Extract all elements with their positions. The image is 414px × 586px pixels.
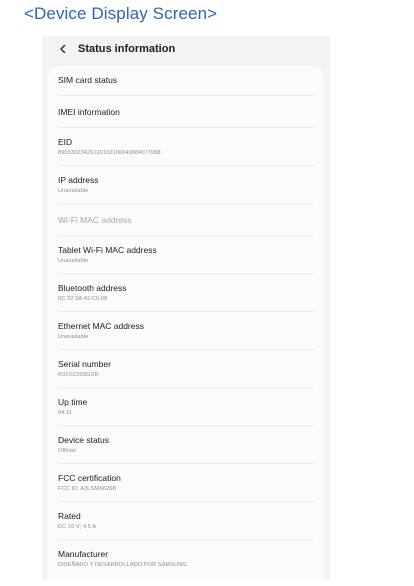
list-item-serial-number[interactable]: Serial number R32XC003GSR — [48, 350, 324, 388]
item-value: FCC ID: A3LSMX626B — [58, 486, 117, 492]
item-value: 04:11 — [58, 410, 73, 416]
app-bar: Status information — [42, 36, 330, 62]
list-item-ethernet-mac-address[interactable]: Ethernet MAC address Unavailable — [48, 312, 324, 350]
item-value: Official — [58, 448, 76, 454]
item-value: Unavailable — [58, 188, 89, 194]
item-value: R32XC003GSR — [58, 372, 99, 378]
page-title: Status information — [78, 43, 176, 55]
item-label: Rated — [58, 511, 81, 521]
list-item-wifi-mac-address: Wi-Fi MAC address — [48, 204, 324, 236]
item-label: Wi-Fi MAC address — [58, 215, 132, 225]
item-value: 0C:32:3A:42:C6:08 — [58, 296, 108, 302]
item-label: IP address — [58, 175, 99, 185]
chevron-left-icon — [60, 44, 66, 54]
item-label: Ethernet MAC address — [58, 321, 144, 331]
item-value: DISEÑADO Y DESARROLLADO POR SAMSUNG — [58, 562, 187, 568]
figure-caption: <Device Display Screen> — [24, 4, 218, 23]
list-item-imei-information[interactable]: IMEI information — [48, 96, 324, 128]
list-item-eid[interactable]: EID 89033023426120100100049884077068 — [48, 128, 324, 166]
item-label: Manufacturer — [58, 549, 109, 559]
list-item-tablet-wifi-mac-address[interactable]: Tablet Wi-Fi MAC address Unavailable — [48, 236, 324, 274]
list-item-rated[interactable]: Rated DC 10 V; 4.5 A — [48, 502, 324, 540]
back-button[interactable] — [54, 40, 72, 58]
list-item-fcc-certification[interactable]: FCC certification FCC ID: A3LSMX626B — [48, 464, 324, 502]
item-value: 89033023426120100100049884077068 — [58, 150, 161, 156]
item-label: Tablet Wi-Fi MAC address — [58, 245, 157, 255]
item-value: Unavailable — [58, 258, 89, 264]
item-value: DC 10 V; 4.5 A — [58, 524, 97, 530]
item-label: EID — [58, 137, 73, 147]
item-label: FCC certification — [58, 473, 121, 483]
list-item-manufacturer[interactable]: Manufacturer DISEÑADO Y DESARROLLADO POR… — [48, 540, 324, 580]
list-item-device-status[interactable]: Device status Official — [48, 426, 324, 464]
list-item-ip-address[interactable]: IP address Unavailable — [48, 166, 324, 204]
device-screen: Status information SIM card status IMEI … — [42, 36, 330, 580]
item-label: SIM card status — [58, 75, 118, 85]
item-label: Up time — [58, 397, 88, 407]
item-value: Unavailable — [58, 334, 89, 340]
item-label: Serial number — [58, 359, 111, 369]
list-item-bluetooth-address[interactable]: Bluetooth address 0C:32:3A:42:C6:08 — [48, 274, 324, 312]
status-list: SIM card status IMEI information EID 890… — [48, 66, 324, 580]
list-item-up-time[interactable]: Up time 04:11 — [48, 388, 324, 426]
item-label: IMEI information — [58, 107, 120, 117]
item-label: Bluetooth address — [58, 283, 127, 293]
item-label: Device status — [58, 435, 110, 445]
list-item-sim-card-status[interactable]: SIM card status — [48, 66, 324, 96]
